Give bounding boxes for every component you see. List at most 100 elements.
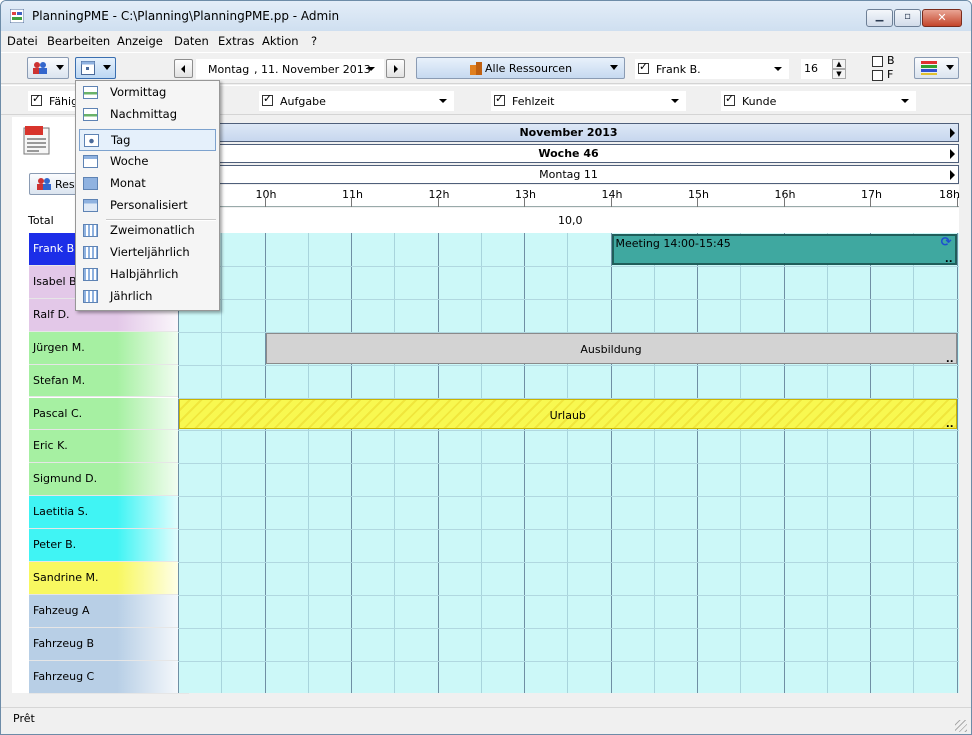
resize-grip-icon[interactable] xyxy=(955,720,967,732)
close-icon: ✕ xyxy=(937,11,947,24)
month-header[interactable]: November 2013 xyxy=(178,123,959,142)
event-bar[interactable]: Ausbildung.. xyxy=(265,332,957,365)
view-option-monat[interactable]: Monat xyxy=(79,173,216,195)
resource-name: Pascal C. xyxy=(33,406,83,420)
view-option-label: Monat xyxy=(110,176,146,190)
close-button[interactable]: ✕ xyxy=(922,9,962,27)
hour-label: 17h xyxy=(861,188,882,201)
grid-hline xyxy=(178,627,959,629)
color-menu-button[interactable] xyxy=(914,57,959,79)
resource-row[interactable]: Peter B. xyxy=(29,529,189,562)
users-icon xyxy=(33,62,47,74)
aufgabe-filter[interactable]: Aufgabe xyxy=(259,91,454,111)
arrow-right-icon xyxy=(950,128,955,138)
resize-handle-icon[interactable]: .. xyxy=(946,354,954,365)
resource-name: Sigmund D. xyxy=(33,472,98,486)
view-option-label: Jährlich xyxy=(110,289,153,303)
view-option-tag[interactable]: Tag xyxy=(79,129,216,151)
count-stepper[interactable]: 16 ▲ ▼ xyxy=(801,59,846,79)
next-day-button[interactable] xyxy=(386,59,405,78)
users-icon xyxy=(37,178,51,190)
view-option-label: Personalisiert xyxy=(110,198,188,212)
resource-row[interactable]: Fahrzeug C xyxy=(29,660,189,694)
count-value: 16 xyxy=(804,62,818,75)
resource-row[interactable]: Pascal C. xyxy=(29,397,189,431)
news-icon[interactable] xyxy=(23,125,51,155)
stepper-down-icon[interactable]: ▼ xyxy=(832,69,846,79)
hour-label: 15h xyxy=(688,188,709,201)
person-filter-checkbox[interactable] xyxy=(638,61,649,74)
kunde-filter[interactable]: Kunde xyxy=(721,91,916,111)
date-picker[interactable]: Montag , 11. November 2013 xyxy=(196,59,384,79)
fehlzeit-checkbox[interactable] xyxy=(494,93,505,106)
resource-row[interactable]: Fahzeug A xyxy=(29,594,189,628)
resource-row[interactable]: Sandrine M. xyxy=(29,562,189,595)
chevron-down-icon xyxy=(439,99,447,103)
faehigkeit-checkbox[interactable] xyxy=(31,93,42,106)
aufgabe-checkbox[interactable] xyxy=(262,93,273,106)
person-filter-combo[interactable]: Frank B. xyxy=(635,59,789,79)
resource-row[interactable]: Stefan M. xyxy=(29,364,189,398)
menu-daten[interactable]: Daten xyxy=(174,34,209,48)
resource-filter-dropdown[interactable]: Alle Ressourcen xyxy=(416,57,625,79)
hour-tick xyxy=(870,197,871,207)
day-icon xyxy=(84,134,99,147)
day-header[interactable]: Montag 11 xyxy=(178,165,959,184)
week-header[interactable]: Woche 46 xyxy=(178,144,959,163)
person-filter-value: Frank B. xyxy=(656,63,701,76)
grid-hline xyxy=(178,594,959,596)
resource-row[interactable]: Sigmund D. xyxy=(29,463,189,497)
event-bar[interactable]: ⟳ Meeting 14:00-15:45.. xyxy=(611,234,957,265)
faehigkeit-filter[interactable]: Fähig xyxy=(28,91,78,111)
menu-aktion[interactable]: Aktion xyxy=(262,34,299,48)
view-option-zweimonatlich[interactable]: Zweimonatlich xyxy=(79,220,216,242)
view-option-vierteljährlich[interactable]: Vierteljährlich xyxy=(79,242,216,264)
kunde-checkbox[interactable] xyxy=(724,93,735,106)
view-option-woche[interactable]: Woche xyxy=(79,151,216,173)
hour-tick xyxy=(610,197,612,207)
chevron-down-icon xyxy=(671,99,679,103)
hour-tick xyxy=(697,197,698,207)
title-bar: PlanningPME - C:\Planning\PlanningPME.pp… xyxy=(1,1,971,31)
view-option-vormittag[interactable]: Vormittag xyxy=(79,82,216,104)
resize-handle-icon[interactable]: .. xyxy=(945,254,953,265)
resource-row[interactable]: Jürgen M. xyxy=(29,331,189,365)
menu-separator xyxy=(106,219,216,221)
resource-name: Laetitia S. xyxy=(33,505,89,519)
b-checkbox[interactable] xyxy=(872,56,883,67)
hour-label: 16h xyxy=(774,188,796,201)
resource-name: Isabel B. xyxy=(33,274,81,288)
menu-help[interactable]: ? xyxy=(311,34,317,48)
view-option-label: Vormittag xyxy=(110,85,167,99)
view-option-label: Vierteljährlich xyxy=(110,245,190,259)
event-bar[interactable]: Urlaub.. xyxy=(179,398,957,430)
maximize-button[interactable]: ▫ xyxy=(894,9,921,27)
fehlzeit-filter[interactable]: Fehlzeit xyxy=(491,91,686,111)
f-checkbox[interactable] xyxy=(872,70,883,81)
view-option-personalisiert[interactable]: Personalisiert xyxy=(79,195,216,217)
menu-extras[interactable]: Extras xyxy=(218,34,254,48)
hour-label: 10h xyxy=(255,188,277,201)
resource-row[interactable]: Fahrzeug B xyxy=(29,627,189,661)
user-menu-button[interactable] xyxy=(27,57,69,79)
previous-day-button[interactable] xyxy=(174,59,193,78)
chevron-down-icon xyxy=(901,99,909,103)
view-option-nachmittag[interactable]: Nachmittag xyxy=(79,104,216,126)
view-menu-button[interactable] xyxy=(75,57,116,79)
resource-row[interactable]: Laetitia S. xyxy=(29,496,189,530)
minimize-icon: ▁ xyxy=(875,11,884,22)
menu-bearbeiten[interactable]: Bearbeiten xyxy=(47,34,110,48)
menu-datei[interactable]: Datei xyxy=(7,34,38,48)
total-row: 10,0 xyxy=(178,208,959,233)
stepper-up-icon[interactable]: ▲ xyxy=(832,59,846,69)
resize-handle-icon[interactable]: .. xyxy=(946,419,954,430)
maximize-icon: ▫ xyxy=(904,11,911,22)
view-option-jährlich[interactable]: Jährlich xyxy=(79,286,216,308)
view-option-halbjährlich[interactable]: Halbjährlich xyxy=(79,264,216,286)
week-label: Woche 46 xyxy=(538,147,599,160)
resource-row[interactable]: Eric K. xyxy=(29,430,189,464)
menu-anzeige[interactable]: Anzeige xyxy=(117,34,163,48)
schedule-grid[interactable]: ⟳ Meeting 14:00-15:45.. Ausbildung.. Urlaub… xyxy=(178,233,959,693)
resource-name: Sandrine M. xyxy=(33,571,99,584)
minimize-button[interactable]: ▁ xyxy=(866,9,893,27)
